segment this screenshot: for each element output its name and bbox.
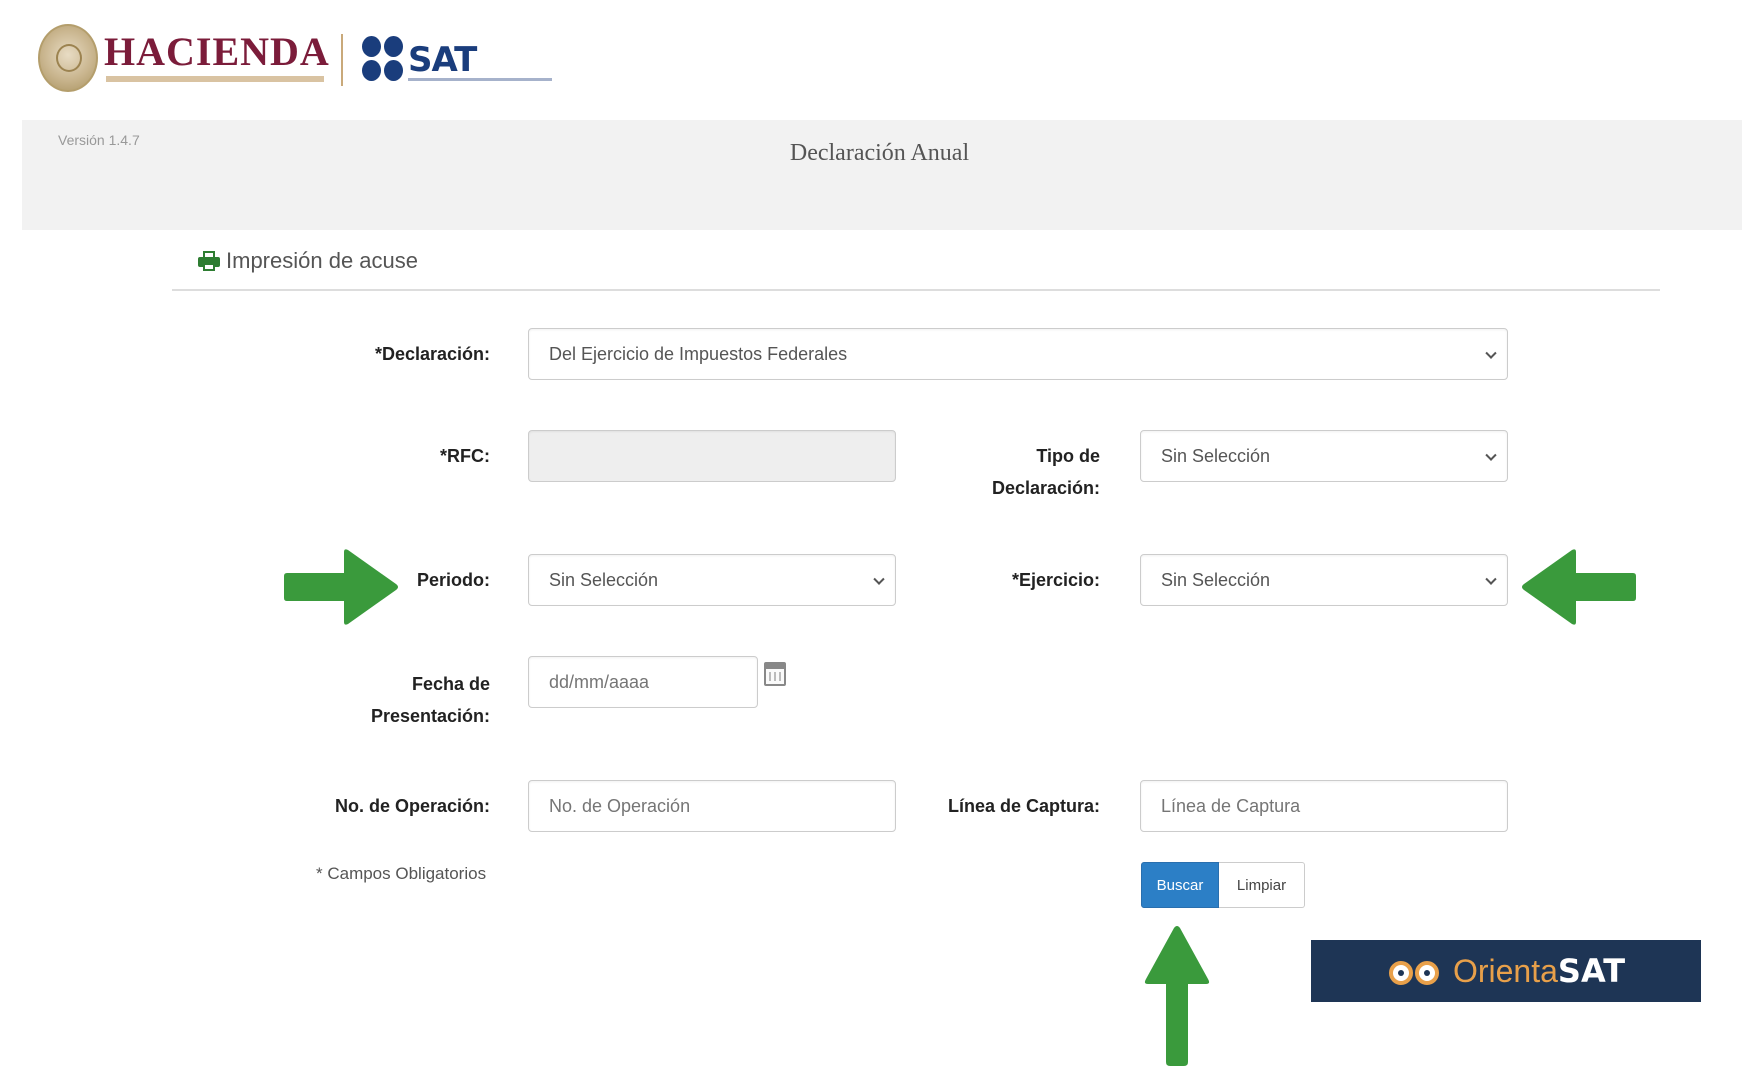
annotation-arrow-left-icon xyxy=(1520,546,1640,628)
page-title: Declaración Anual xyxy=(789,140,970,166)
sat-subtitle-graphic xyxy=(408,78,552,81)
chevron-down-icon xyxy=(1485,449,1497,461)
declaracion-label: *Declaración: xyxy=(374,344,490,364)
orienta-sat-text: SAT xyxy=(1557,952,1626,990)
linea-captura-label: Línea de Captura: xyxy=(947,796,1100,816)
chevron-down-icon xyxy=(1485,573,1497,585)
periodo-value: Sin Selección xyxy=(549,569,659,590)
section-divider xyxy=(172,289,1660,291)
owl-icon xyxy=(1387,951,1443,991)
chevron-down-icon xyxy=(873,573,885,585)
no-operacion-input[interactable] xyxy=(528,780,896,832)
fecha-presentacion-label: Fecha de Presentación: xyxy=(370,674,490,726)
tipo-declaracion-select[interactable]: Sin Selección xyxy=(1140,430,1508,482)
ejercicio-select[interactable]: Sin Selección xyxy=(1140,554,1508,606)
tipo-declaracion-value: Sin Selección xyxy=(1161,445,1271,466)
rfc-field[interactable] xyxy=(528,430,896,482)
rfc-label: *RFC: xyxy=(440,446,490,466)
section-header: Impresión de acuse xyxy=(198,248,418,274)
section-title: Impresión de acuse xyxy=(226,248,418,273)
declaracion-select[interactable]: Del Ejercicio de Impuestos Federales xyxy=(528,328,1508,380)
declaracion-value: Del Ejercicio de Impuestos Federales xyxy=(549,343,848,364)
linea-captura-input[interactable] xyxy=(1140,780,1508,832)
printer-icon xyxy=(198,251,220,271)
mexico-seal-logo xyxy=(38,24,98,92)
sat-logo-icon xyxy=(362,36,404,82)
no-operacion-label: No. de Operación: xyxy=(334,796,490,816)
hacienda-logo-text: HACIENDA xyxy=(104,29,330,74)
action-buttons: Buscar Limpiar xyxy=(1141,862,1305,908)
title-band xyxy=(22,120,1742,230)
hacienda-subtitle-graphic xyxy=(106,76,324,82)
required-fields-note: * Campos Obligatorios xyxy=(316,864,487,883)
logo-divider xyxy=(341,34,343,86)
clear-button[interactable]: Limpiar xyxy=(1219,862,1305,908)
calendar-icon[interactable] xyxy=(764,662,786,686)
chevron-down-icon xyxy=(1485,347,1497,359)
periodo-select[interactable]: Sin Selección xyxy=(528,554,896,606)
search-button[interactable]: Buscar xyxy=(1141,862,1219,908)
annotation-arrow-right-icon xyxy=(280,546,400,628)
tipo-declaracion-label: Tipo de Declaración: xyxy=(991,446,1100,498)
fecha-presentacion-input[interactable] xyxy=(528,656,758,708)
ejercicio-value: Sin Selección xyxy=(1161,569,1271,590)
orienta-text: Orienta xyxy=(1452,953,1558,989)
annotation-arrow-up-icon xyxy=(1142,924,1212,1066)
sat-logo-text: SAT xyxy=(408,40,477,80)
ejercicio-label: *Ejercicio: xyxy=(1011,570,1100,590)
orienta-sat-banner[interactable]: OrientaSAT xyxy=(1311,940,1701,1002)
